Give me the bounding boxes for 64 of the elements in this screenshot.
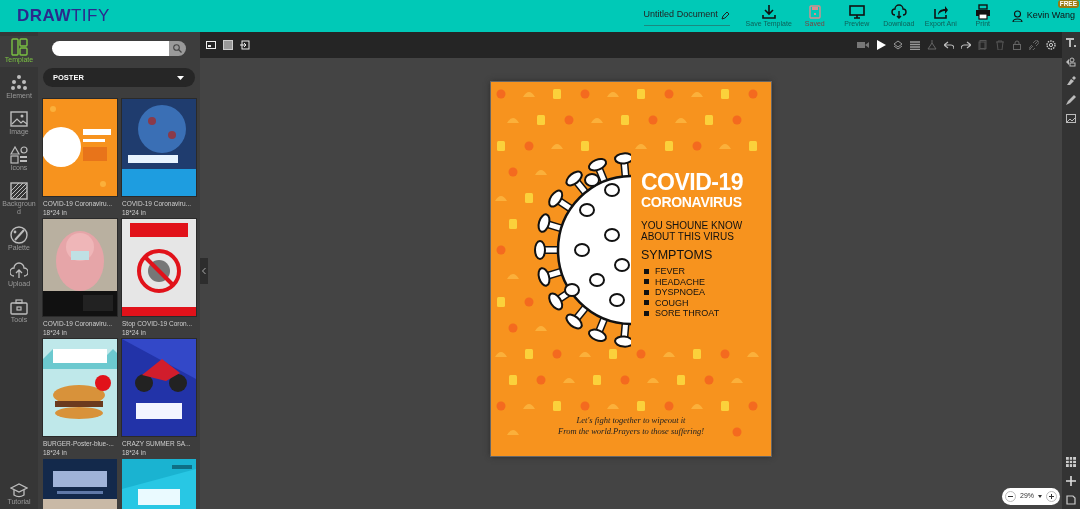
caret-icon [177, 75, 184, 80]
download-icon [760, 4, 777, 20]
graduation-cap-icon [10, 482, 28, 498]
bullet-icon [644, 289, 649, 295]
bullet-icon [644, 300, 649, 306]
poster-footer-line: Let's fight together to wipeout it [576, 415, 686, 426]
poster-intro-line: ABOUT THIS VIRUS [641, 231, 734, 242]
image-icon[interactable] [1066, 114, 1076, 124]
monitor-icon [848, 4, 865, 20]
symptom-item: HEADACHE [655, 276, 705, 287]
poster-subtitle: CORONAVIRUS [641, 194, 742, 211]
link-icon[interactable] [1029, 40, 1039, 50]
undo-icon[interactable] [944, 40, 954, 50]
search-field[interactable] [52, 41, 169, 56]
symptom-item: COUGH [655, 297, 689, 308]
poster-intro-line: YOU SHOUNE KNOW [641, 220, 743, 231]
symptom-item: SORE THROAT [655, 308, 720, 319]
image-icon [10, 110, 28, 128]
poster-title: COVID-19 [641, 170, 744, 194]
pencil-icon[interactable] [720, 10, 730, 20]
pen-icon[interactable] [1066, 95, 1076, 105]
toolbox-icon [10, 298, 28, 316]
bullet-icon [644, 268, 649, 274]
video-icon[interactable] [857, 40, 869, 50]
collapse-handle[interactable] [200, 258, 208, 284]
page-icon[interactable] [1066, 495, 1076, 505]
upload-icon [10, 262, 28, 280]
search-icon [173, 44, 182, 53]
hatch-icon [10, 182, 28, 200]
exit-icon[interactable] [240, 40, 250, 50]
symptoms-heading: SYMPTOMS [641, 248, 713, 262]
lock-icon[interactable] [1012, 40, 1022, 50]
caret-icon[interactable] [1038, 495, 1042, 498]
bullet-icon [644, 310, 649, 316]
text-icon[interactable] [1066, 38, 1076, 48]
brush-icon[interactable] [1066, 76, 1076, 86]
logo[interactable]: DRAWTIFY [17, 3, 110, 29]
save-icon [806, 4, 823, 20]
user-name[interactable]: Kevin Wang [1026, 9, 1075, 23]
poster-footer-line: From the world.Prayers to those suffering! [557, 426, 705, 437]
dots-icon [10, 74, 28, 92]
play-icon[interactable] [876, 40, 886, 50]
cloud-download-icon [890, 4, 907, 20]
redo-icon[interactable] [961, 40, 971, 50]
symptom-item: FEVER [655, 266, 685, 277]
symptom-item: DYSPNOEA [655, 287, 705, 298]
settings-icon[interactable] [1046, 40, 1056, 50]
zoom-in-button[interactable] [1046, 491, 1057, 502]
zoom-out-button[interactable] [1005, 491, 1016, 502]
grid-icon[interactable] [1066, 457, 1076, 467]
bullet-icon [644, 279, 649, 285]
printer-icon [974, 4, 991, 20]
crop-icon[interactable] [206, 40, 216, 50]
list-icon[interactable] [910, 40, 920, 50]
user-icon[interactable] [1011, 10, 1023, 22]
layout-icon [10, 38, 28, 56]
minus-icon [1008, 496, 1013, 498]
plus-icon [1049, 494, 1054, 500]
chevron-left-icon [202, 268, 206, 274]
share-icon [932, 4, 949, 20]
layers-icon[interactable] [893, 40, 903, 50]
document-title-field[interactable]: Untitled Document [643, 6, 730, 26]
search-button[interactable] [169, 41, 186, 56]
add-icon[interactable] [1066, 476, 1076, 486]
